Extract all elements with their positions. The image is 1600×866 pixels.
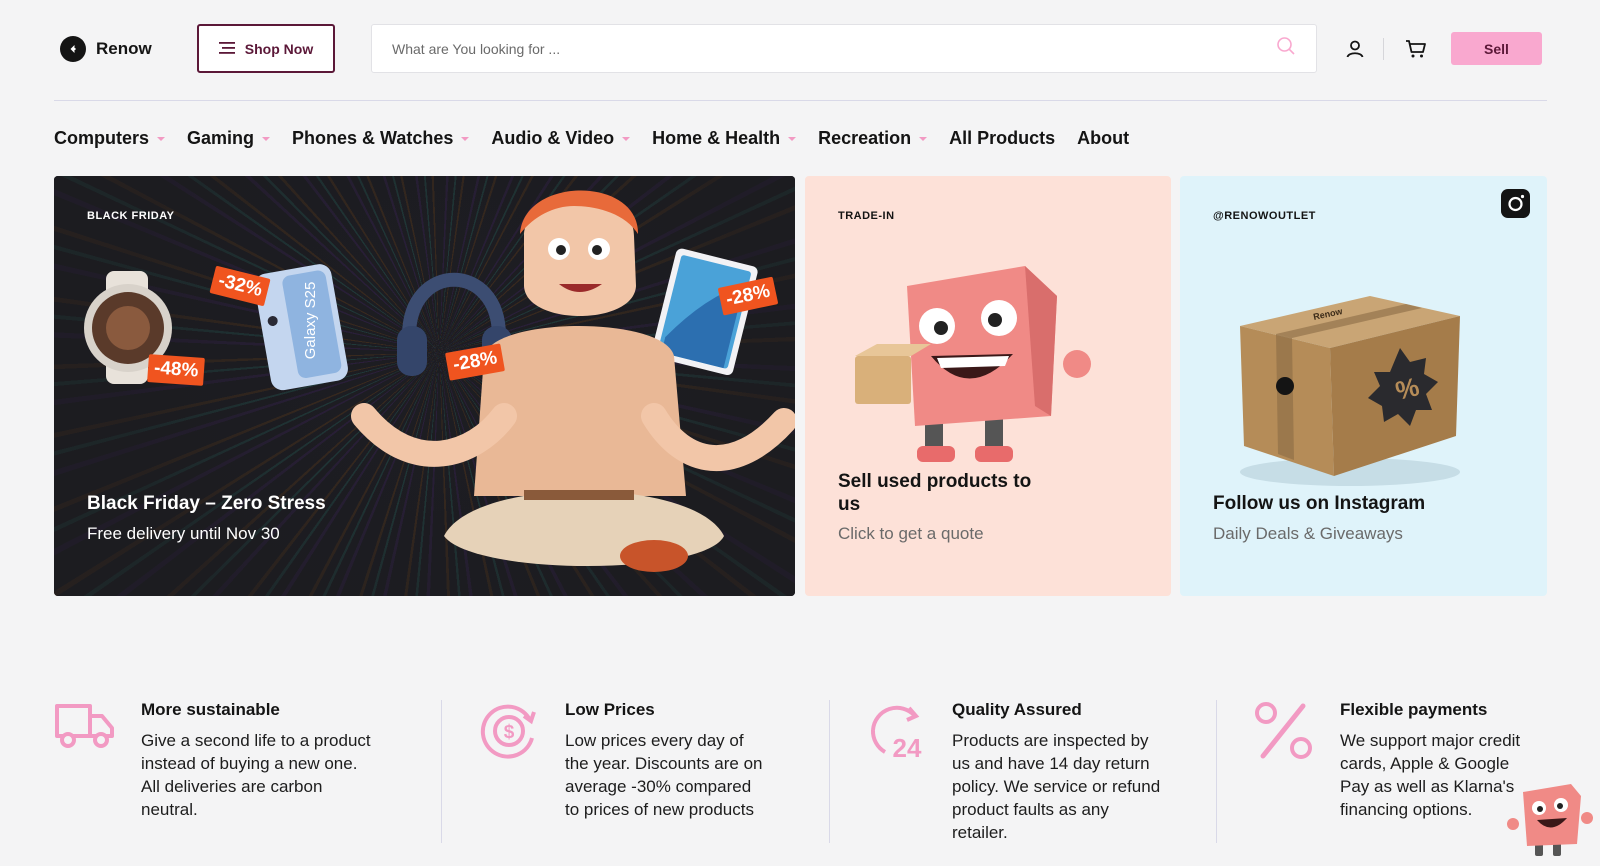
- cart-icon[interactable]: [1403, 36, 1429, 62]
- chevron-down-icon: [622, 137, 631, 141]
- nav-item-recreation[interactable]: Recreation: [818, 127, 928, 149]
- card-title: Follow us on Instagram: [1213, 493, 1426, 514]
- feature-text: Low prices every day of the year. Discou…: [565, 731, 763, 819]
- nav-item-about[interactable]: About: [1077, 128, 1129, 149]
- truck-icon: [54, 700, 116, 762]
- header-rule: [54, 100, 1547, 101]
- card-eyebrow: @RENOWOUTLET: [1213, 210, 1316, 222]
- features-row: More sustainable Give a second life to a…: [54, 700, 1547, 846]
- nav-item-all-products[interactable]: All Products: [949, 128, 1055, 149]
- discount-tag: -48%: [147, 354, 206, 386]
- nav-item-label: Computers: [54, 127, 150, 148]
- chevron-down-icon: [919, 137, 928, 141]
- search-icon[interactable]: [1276, 36, 1296, 61]
- feature-divider: [441, 700, 442, 843]
- character-image: [351, 190, 795, 572]
- feature-title: More sustainable: [141, 700, 280, 719]
- site-header: Renow Shop Now Sell: [0, 0, 1600, 100]
- nav-item-label: Home & Health: [652, 127, 781, 148]
- card-title: Black Friday – Zero Stress: [87, 493, 326, 514]
- shop-now-button[interactable]: Shop Now: [197, 24, 335, 73]
- card-eyebrow: TRADE-IN: [838, 210, 895, 222]
- chevron-down-icon: [788, 137, 797, 141]
- menu-icon: [218, 41, 235, 57]
- nav-item-label: All Products: [949, 127, 1056, 148]
- feature-title: Low Prices: [565, 700, 655, 719]
- feature-flexible-payments: Flexible payments We support major credi…: [1253, 700, 1547, 846]
- feature-divider: [1216, 700, 1217, 843]
- feature-text: Products are inspected by us and have 14…: [952, 731, 1161, 842]
- 24-return-icon: 24: [865, 700, 927, 763]
- nav-item-gaming[interactable]: Gaming: [187, 127, 271, 149]
- feature-quality-assured: 24 Quality Assured Products are inspecte…: [865, 700, 1215, 846]
- shop-now-label: Shop Now: [244, 40, 314, 57]
- robot-mascot-image: [855, 266, 1091, 462]
- feature-more-sustainable: More sustainable Give a second life to a…: [54, 700, 414, 846]
- header-divider: [1383, 38, 1384, 60]
- card-eyebrow: BLACK FRIDAY: [87, 210, 175, 222]
- brand-name: Renow: [96, 39, 152, 58]
- nav-item-phones-watches[interactable]: Phones & Watches: [292, 127, 470, 149]
- card-subtitle: Daily Deals & Giveaways: [1213, 524, 1403, 543]
- logo-mark-icon: [60, 36, 86, 62]
- black-friday-card[interactable]: Galaxy S25 -32% -48% -28% -28% BLACK FRI…: [54, 176, 795, 596]
- svg-text:24: 24: [893, 733, 922, 762]
- card-title: Sell used products to us: [838, 471, 1032, 515]
- nav-item-computers[interactable]: Computers: [54, 127, 166, 149]
- chevron-down-icon: [157, 137, 166, 141]
- chevron-down-icon: [262, 137, 271, 141]
- feature-title: Quality Assured: [952, 700, 1082, 719]
- chat-mascot-button[interactable]: [1505, 780, 1593, 860]
- package-box-image: Renow %: [1240, 296, 1460, 486]
- search-bar: [371, 24, 1317, 73]
- sell-button[interactable]: Sell: [1451, 32, 1542, 65]
- percent-icon: [1253, 700, 1315, 762]
- nav-item-label: Gaming: [187, 127, 255, 148]
- nav-item-label: About: [1077, 127, 1130, 148]
- nav-item-label: Phones & Watches: [292, 127, 454, 148]
- trade-in-card[interactable]: TRADE-IN Sell used products to us Click …: [805, 176, 1171, 596]
- feature-low-prices: $ Low Prices Low prices every day of the…: [478, 700, 828, 846]
- nav-item-label: Recreation: [818, 127, 912, 148]
- svg-text:$: $: [504, 722, 515, 743]
- feature-divider: [829, 700, 830, 843]
- logo[interactable]: Renow: [60, 36, 152, 62]
- nav-item-label: Audio & Video: [491, 127, 615, 148]
- card-subtitle: Click to get a quote: [838, 524, 984, 543]
- instagram-icon[interactable]: [1501, 189, 1530, 218]
- feature-title: Flexible payments: [1340, 700, 1488, 719]
- feature-text: Give a second life to a product instead …: [141, 731, 371, 819]
- card-subtitle: Free delivery until Nov 30: [87, 524, 280, 543]
- svg-text:Galaxy S25: Galaxy S25: [302, 282, 319, 360]
- category-nav: Computers Gaming Phones & Watches Audio …: [54, 124, 1129, 152]
- chevron-down-icon: [461, 137, 470, 141]
- instagram-card[interactable]: @RENOWOUTLET Renow % Follow us on Instag…: [1180, 176, 1547, 596]
- user-icon[interactable]: [1342, 36, 1368, 62]
- dollar-cycle-icon: $: [478, 700, 540, 762]
- search-input[interactable]: [392, 40, 1276, 57]
- nav-item-home-health[interactable]: Home & Health: [652, 127, 797, 149]
- nav-item-audio-video[interactable]: Audio & Video: [491, 127, 631, 149]
